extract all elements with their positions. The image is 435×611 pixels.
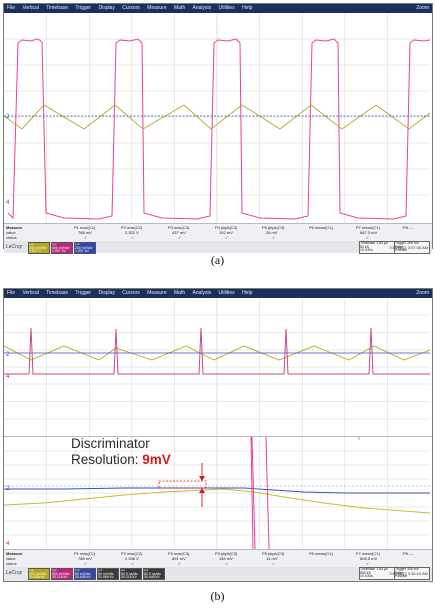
menu-timebase[interactable]: Timebase: [43, 4, 71, 13]
menu-file[interactable]: File: [4, 289, 18, 298]
menu-help[interactable]: Help: [239, 289, 255, 298]
waveform-display-upper: 2 4: [4, 298, 430, 436]
zoom-z3-descriptor[interactable]: Z3 50.0 ns/div 30.648 kV: [143, 568, 165, 580]
param-p2-status: ✓: [131, 235, 135, 240]
annotation-value: 9mV: [142, 452, 171, 467]
menu-timebase[interactable]: Timebase: [43, 289, 71, 298]
measure-table: Measure value status P1 max(C1) 788 mV ✓…: [4, 224, 432, 241]
channel-c1-descriptor[interactable]: C1 200 mV/div 31.006 kV: [28, 568, 50, 580]
menu-display[interactable]: Display: [95, 289, 117, 298]
timestamp: 7/30/2012 3:57:06 AM: [388, 245, 428, 250]
measure-table: Measure value status P1 max(C1) 788 mV ✓…: [4, 550, 432, 567]
c2-pulse-trace: [7, 38, 430, 220]
param-p8-name[interactable]: P8 ---: [403, 551, 413, 556]
graticule: [4, 298, 430, 436]
menu-cursors[interactable]: Cursors: [119, 289, 143, 298]
param-p1-status: ✓: [84, 561, 88, 566]
param-p4-status: ✓: [225, 235, 229, 240]
zoom-button[interactable]: Zoom: [416, 4, 429, 13]
menu-analysis[interactable]: Analysis: [190, 289, 215, 298]
lecroy-logo: LeCroy: [6, 570, 23, 576]
zoom-z2-offset: 30.218 kV: [121, 575, 137, 579]
param-p6-name[interactable]: P6 mean(C1): [309, 551, 333, 556]
c2-marker: 4: [6, 541, 10, 547]
menu-analysis[interactable]: Analysis: [190, 4, 215, 13]
channel-c3-descriptor[interactable]: C3 50 mV/div 30.648 kV: [74, 568, 96, 580]
channel-c3-offset: 30.648 kV: [75, 575, 91, 579]
oscilloscope-screenshot-b: File Vertical Timebase Trigger Display C…: [3, 288, 433, 582]
param-p1-status: ✓: [84, 235, 88, 240]
resolution-band: [158, 480, 207, 489]
annotation-line2: Resolution: 9mV: [71, 452, 171, 468]
param-p5-status: ✓: [272, 561, 276, 566]
menu-math[interactable]: Math: [171, 289, 188, 298]
menu-vertical[interactable]: Vertical: [19, 289, 41, 298]
menu-display[interactable]: Display: [95, 4, 117, 13]
zoom-z1-offset: 31.066 kV: [98, 575, 114, 579]
menu-trigger[interactable]: Trigger: [72, 289, 94, 298]
status-label: status: [6, 235, 17, 240]
graticule: [4, 13, 430, 223]
lecroy-logo: LeCroy: [6, 244, 23, 250]
zoom-button[interactable]: Zoom: [416, 289, 429, 298]
param-p8-name[interactable]: P8 ---: [403, 225, 413, 230]
timestamp: 7/30/2012 3:36:10 AM: [388, 571, 428, 576]
waveform-display: 2 4: [4, 13, 430, 223]
menu-utilities[interactable]: Utilities: [216, 4, 238, 13]
caption-b: (b): [210, 589, 225, 603]
zoom-z1-descriptor[interactable]: Z1 50 mV/div 31.066 kV: [97, 568, 119, 580]
oscilloscope-screenshot-a: File Vertical Timebase Trigger Display C…: [3, 3, 433, 254]
menu-measure[interactable]: Measure: [144, 289, 169, 298]
menu-math[interactable]: Math: [171, 4, 188, 13]
param-p3-status: ✓: [178, 235, 182, 240]
param-p2-status: ✓: [131, 561, 135, 566]
param-p7-status: ✓: [366, 561, 370, 566]
menu-trigger[interactable]: Trigger: [72, 4, 94, 13]
status-label: status: [6, 561, 17, 566]
param-p4-status: ✓: [225, 561, 229, 566]
menu-bar: File Vertical Timebase Trigger Display C…: [4, 4, 432, 13]
waveform-grid-upper: 2 4: [4, 298, 432, 437]
channel-c1-offset: 31.006 kV: [29, 575, 45, 579]
channel-descriptors: C1 200 mV/div 1.547 V C2 500 mV/div 1.90…: [4, 241, 432, 254]
waveform-grid-zoom: 2 4: [4, 437, 432, 550]
menu-bar: File Vertical Timebase Trigger Display C…: [4, 289, 432, 298]
channel-c2-offset: 30.218 kV: [52, 575, 68, 579]
menu-help[interactable]: Help: [239, 4, 255, 13]
annotation-label: Resolution:: [71, 452, 143, 467]
param-p6-name[interactable]: P6 mean(C1): [309, 225, 333, 230]
menu-utilities[interactable]: Utilities: [216, 289, 238, 298]
channel-descriptors: C1 200 mV/div 31.006 kV C2 500 mV/div 30…: [4, 567, 432, 580]
param-p3-status: ✓: [178, 561, 182, 566]
caption-a: (a): [210, 253, 225, 267]
timebase-value: 1.60 µs: [376, 241, 388, 245]
channel-c2-descriptor[interactable]: C2 500 mV/div 30.218 kV: [51, 568, 73, 580]
menu-cursors[interactable]: Cursors: [119, 4, 143, 13]
waveform-grid: 2 4: [4, 13, 432, 224]
timebase-value: 1.60 µs: [376, 567, 388, 571]
resolution-arrowhead-down: [199, 476, 205, 481]
zoom-z3-offset: 30.648 kV: [144, 575, 160, 579]
c2-marker: 4: [6, 200, 10, 206]
param-p7-status: ✓: [366, 235, 370, 240]
discriminator-annotation: Discriminator Resolution: 9mV: [71, 436, 171, 468]
menu-file[interactable]: File: [4, 4, 18, 13]
menu-vertical[interactable]: Vertical: [19, 4, 41, 13]
c2-marker: 4: [6, 374, 10, 380]
menu-measure[interactable]: Measure: [144, 4, 169, 13]
annotation-line1: Discriminator: [71, 436, 150, 451]
waveform-display-zoom: 2 4: [4, 437, 430, 549]
param-p5-status: ✓: [272, 235, 276, 240]
zoom-z2-descriptor[interactable]: Z2 50.0 ns/div 30.218 kV: [120, 568, 142, 580]
